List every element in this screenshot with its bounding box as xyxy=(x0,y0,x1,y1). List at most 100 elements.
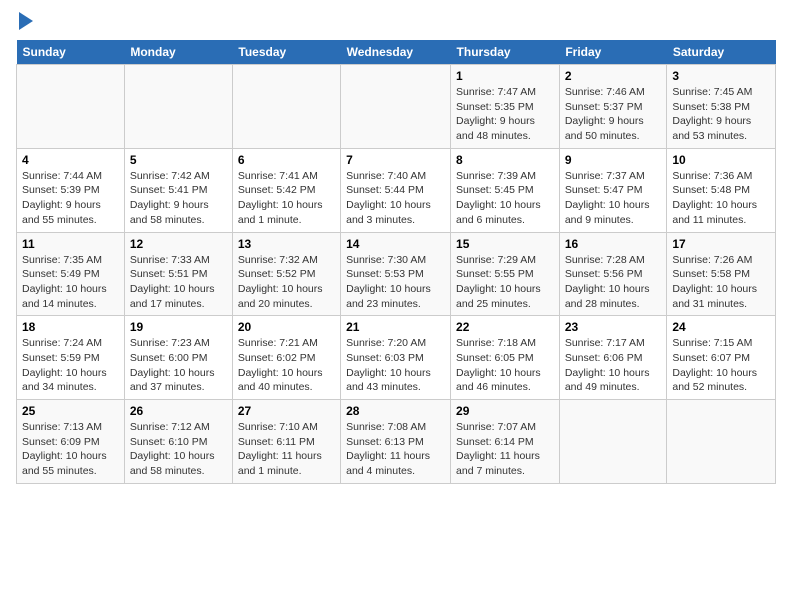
day-info: Sunrise: 7:13 AMSunset: 6:09 PMDaylight:… xyxy=(22,420,119,479)
header-cell-wednesday: Wednesday xyxy=(341,40,451,65)
day-number: 23 xyxy=(565,320,662,334)
calendar-cell xyxy=(17,65,125,149)
calendar-cell: 26 Sunrise: 7:12 AMSunset: 6:10 PMDayligh… xyxy=(124,400,232,484)
calendar-cell xyxy=(341,65,451,149)
calendar-cell: 19 Sunrise: 7:23 AMSunset: 6:00 PMDayligh… xyxy=(124,316,232,400)
calendar-body: 1 Sunrise: 7:47 AMSunset: 5:35 PMDaylight… xyxy=(17,65,776,484)
day-number: 13 xyxy=(238,237,335,251)
day-number: 14 xyxy=(346,237,445,251)
day-info: Sunrise: 7:07 AMSunset: 6:14 PMDaylight:… xyxy=(456,420,554,479)
calendar-cell: 29 Sunrise: 7:07 AMSunset: 6:14 PMDayligh… xyxy=(451,400,560,484)
day-number: 8 xyxy=(456,153,554,167)
day-number: 29 xyxy=(456,404,554,418)
day-info: Sunrise: 7:47 AMSunset: 5:35 PMDaylight:… xyxy=(456,85,554,144)
calendar-cell xyxy=(124,65,232,149)
day-number: 5 xyxy=(130,153,227,167)
logo-triangle-icon xyxy=(19,12,33,30)
calendar-cell: 9 Sunrise: 7:37 AMSunset: 5:47 PMDaylight… xyxy=(559,148,667,232)
day-number: 15 xyxy=(456,237,554,251)
day-info: Sunrise: 7:20 AMSunset: 6:03 PMDaylight:… xyxy=(346,336,445,395)
calendar-cell: 10 Sunrise: 7:36 AMSunset: 5:48 PMDayligh… xyxy=(667,148,776,232)
day-number: 24 xyxy=(672,320,770,334)
calendar-cell: 16 Sunrise: 7:28 AMSunset: 5:56 PMDayligh… xyxy=(559,232,667,316)
day-number: 9 xyxy=(565,153,662,167)
day-number: 4 xyxy=(22,153,119,167)
calendar-cell: 28 Sunrise: 7:08 AMSunset: 6:13 PMDayligh… xyxy=(341,400,451,484)
day-number: 6 xyxy=(238,153,335,167)
calendar-cell: 8 Sunrise: 7:39 AMSunset: 5:45 PMDaylight… xyxy=(451,148,560,232)
calendar-cell: 25 Sunrise: 7:13 AMSunset: 6:09 PMDayligh… xyxy=(17,400,125,484)
calendar-table: SundayMondayTuesdayWednesdayThursdayFrid… xyxy=(16,40,776,484)
calendar-cell: 12 Sunrise: 7:33 AMSunset: 5:51 PMDayligh… xyxy=(124,232,232,316)
day-number: 11 xyxy=(22,237,119,251)
day-info: Sunrise: 7:26 AMSunset: 5:58 PMDaylight:… xyxy=(672,253,770,312)
header-cell-tuesday: Tuesday xyxy=(232,40,340,65)
calendar-cell: 20 Sunrise: 7:21 AMSunset: 6:02 PMDayligh… xyxy=(232,316,340,400)
day-number: 25 xyxy=(22,404,119,418)
header-cell-saturday: Saturday xyxy=(667,40,776,65)
day-number: 16 xyxy=(565,237,662,251)
day-info: Sunrise: 7:36 AMSunset: 5:48 PMDaylight:… xyxy=(672,169,770,228)
day-number: 3 xyxy=(672,69,770,83)
calendar-cell xyxy=(559,400,667,484)
day-number: 22 xyxy=(456,320,554,334)
day-number: 10 xyxy=(672,153,770,167)
day-number: 17 xyxy=(672,237,770,251)
day-info: Sunrise: 7:21 AMSunset: 6:02 PMDaylight:… xyxy=(238,336,335,395)
calendar-cell: 11 Sunrise: 7:35 AMSunset: 5:49 PMDayligh… xyxy=(17,232,125,316)
header-cell-friday: Friday xyxy=(559,40,667,65)
calendar-cell: 6 Sunrise: 7:41 AMSunset: 5:42 PMDaylight… xyxy=(232,148,340,232)
calendar-cell: 22 Sunrise: 7:18 AMSunset: 6:05 PMDayligh… xyxy=(451,316,560,400)
week-row-2: 4 Sunrise: 7:44 AMSunset: 5:39 PMDaylight… xyxy=(17,148,776,232)
day-number: 26 xyxy=(130,404,227,418)
day-info: Sunrise: 7:10 AMSunset: 6:11 PMDaylight:… xyxy=(238,420,335,479)
day-info: Sunrise: 7:39 AMSunset: 5:45 PMDaylight:… xyxy=(456,169,554,228)
header-cell-monday: Monday xyxy=(124,40,232,65)
day-info: Sunrise: 7:33 AMSunset: 5:51 PMDaylight:… xyxy=(130,253,227,312)
day-info: Sunrise: 7:17 AMSunset: 6:06 PMDaylight:… xyxy=(565,336,662,395)
calendar-cell: 4 Sunrise: 7:44 AMSunset: 5:39 PMDaylight… xyxy=(17,148,125,232)
week-row-3: 11 Sunrise: 7:35 AMSunset: 5:49 PMDayligh… xyxy=(17,232,776,316)
day-info: Sunrise: 7:45 AMSunset: 5:38 PMDaylight:… xyxy=(672,85,770,144)
week-row-5: 25 Sunrise: 7:13 AMSunset: 6:09 PMDayligh… xyxy=(17,400,776,484)
day-info: Sunrise: 7:12 AMSunset: 6:10 PMDaylight:… xyxy=(130,420,227,479)
day-info: Sunrise: 7:18 AMSunset: 6:05 PMDaylight:… xyxy=(456,336,554,395)
header-row: SundayMondayTuesdayWednesdayThursdayFrid… xyxy=(17,40,776,65)
calendar-cell: 13 Sunrise: 7:32 AMSunset: 5:52 PMDayligh… xyxy=(232,232,340,316)
header-cell-thursday: Thursday xyxy=(451,40,560,65)
day-info: Sunrise: 7:41 AMSunset: 5:42 PMDaylight:… xyxy=(238,169,335,228)
week-row-4: 18 Sunrise: 7:24 AMSunset: 5:59 PMDayligh… xyxy=(17,316,776,400)
calendar-cell: 3 Sunrise: 7:45 AMSunset: 5:38 PMDaylight… xyxy=(667,65,776,149)
calendar-cell: 1 Sunrise: 7:47 AMSunset: 5:35 PMDaylight… xyxy=(451,65,560,149)
day-info: Sunrise: 7:24 AMSunset: 5:59 PMDaylight:… xyxy=(22,336,119,395)
calendar-cell xyxy=(667,400,776,484)
day-info: Sunrise: 7:08 AMSunset: 6:13 PMDaylight:… xyxy=(346,420,445,479)
day-number: 27 xyxy=(238,404,335,418)
day-number: 19 xyxy=(130,320,227,334)
calendar-cell: 14Sunrise: 7:30 AMSunset: 5:53 PMDayligh… xyxy=(341,232,451,316)
day-number: 20 xyxy=(238,320,335,334)
day-number: 1 xyxy=(456,69,554,83)
day-info: Sunrise: 7:15 AMSunset: 6:07 PMDaylight:… xyxy=(672,336,770,395)
calendar-header: SundayMondayTuesdayWednesdayThursdayFrid… xyxy=(17,40,776,65)
calendar-cell: 7Sunrise: 7:40 AMSunset: 5:44 PMDaylight… xyxy=(341,148,451,232)
day-number: 21 xyxy=(346,320,445,334)
day-number: 12 xyxy=(130,237,227,251)
calendar-cell: 15 Sunrise: 7:29 AMSunset: 5:55 PMDayligh… xyxy=(451,232,560,316)
day-info: Sunrise: 7:23 AMSunset: 6:00 PMDaylight:… xyxy=(130,336,227,395)
day-info: Sunrise: 7:42 AMSunset: 5:41 PMDaylight:… xyxy=(130,169,227,228)
page-header xyxy=(16,16,776,30)
week-row-1: 1 Sunrise: 7:47 AMSunset: 5:35 PMDaylight… xyxy=(17,65,776,149)
calendar-cell: 23 Sunrise: 7:17 AMSunset: 6:06 PMDayligh… xyxy=(559,316,667,400)
calendar-cell: 5 Sunrise: 7:42 AMSunset: 5:41 PMDaylight… xyxy=(124,148,232,232)
calendar-cell: 24 Sunrise: 7:15 AMSunset: 6:07 PMDayligh… xyxy=(667,316,776,400)
day-info: Sunrise: 7:37 AMSunset: 5:47 PMDaylight:… xyxy=(565,169,662,228)
day-info: Sunrise: 7:32 AMSunset: 5:52 PMDaylight:… xyxy=(238,253,335,312)
day-number: 2 xyxy=(565,69,662,83)
day-info: Sunrise: 7:28 AMSunset: 5:56 PMDaylight:… xyxy=(565,253,662,312)
day-info: Sunrise: 7:29 AMSunset: 5:55 PMDaylight:… xyxy=(456,253,554,312)
day-number: 18 xyxy=(22,320,119,334)
day-info: Sunrise: 7:44 AMSunset: 5:39 PMDaylight:… xyxy=(22,169,119,228)
day-info: Sunrise: 7:35 AMSunset: 5:49 PMDaylight:… xyxy=(22,253,119,312)
day-number: 28 xyxy=(346,404,445,418)
